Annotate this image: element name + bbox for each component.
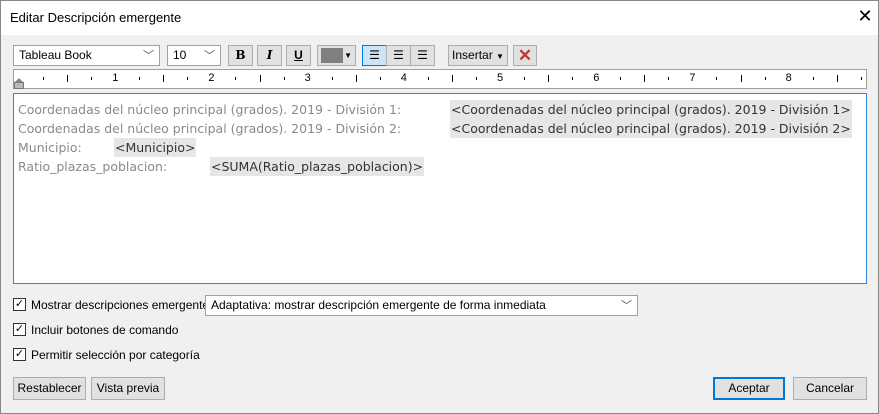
ruler-tick	[764, 77, 766, 80]
bold-button[interactable]: B	[228, 45, 253, 66]
ruler-tick	[836, 75, 838, 82]
ruler-tick	[259, 75, 261, 82]
ruler-label: 1	[112, 72, 119, 84]
ok-button[interactable]: Aceptar	[713, 377, 785, 400]
ruler-tick	[235, 77, 237, 80]
align-center-icon: ☰	[393, 48, 404, 62]
show-tooltips-checkbox[interactable]: ✓	[13, 298, 26, 311]
font-family-select[interactable]: Tableau Book ﹀	[13, 45, 160, 66]
close-icon[interactable]: ✕	[855, 6, 875, 27]
category-select-label: Permitir selección por categoría	[31, 348, 200, 362]
text-color-button[interactable]: ▼	[317, 45, 356, 66]
ruler-tick	[860, 77, 862, 80]
align-left-button[interactable]: ☰	[362, 45, 387, 66]
line-label: Coordenadas del núcleo principal (grados…	[18, 102, 402, 117]
ruler-tick	[67, 75, 69, 82]
show-tooltips-label: Mostrar descripciones emergentes	[31, 298, 216, 312]
underline-button[interactable]: U	[286, 45, 311, 66]
size-value: 10	[173, 48, 187, 62]
ruler-tick	[548, 75, 550, 82]
ruler-tick	[163, 75, 165, 82]
tooltip-editor[interactable]: Coordenadas del núcleo principal (grados…	[13, 93, 867, 284]
dialog-title: Editar Descripción emergente	[10, 10, 182, 25]
font-size-select[interactable]: 10 ﹀	[167, 45, 221, 66]
ruler[interactable]: 1 2 3 4 5 6 7 8	[13, 69, 867, 89]
line-label: Coordenadas del núcleo principal (grados…	[18, 121, 402, 136]
command-buttons-checkbox[interactable]: ✓	[13, 323, 26, 336]
ruler-label: 6	[593, 72, 600, 84]
ruler-tick	[620, 77, 622, 80]
ruler-tick	[451, 75, 453, 82]
ruler-label: 7	[689, 72, 696, 84]
chevron-down-icon: ﹀	[621, 300, 632, 312]
ruler-tick	[187, 77, 189, 80]
ruler-tick	[524, 77, 526, 80]
chevron-down-icon: ﹀	[143, 50, 154, 62]
insert-label: Insertar	[452, 48, 493, 62]
cancel-button[interactable]: Cancelar	[793, 377, 867, 400]
ruler-tick	[812, 77, 814, 80]
field-token[interactable]: <SUMA(Ratio_plazas_poblacion)>	[210, 157, 425, 176]
ruler-tick	[355, 75, 357, 82]
ruler-tick	[644, 75, 646, 82]
color-swatch	[321, 48, 343, 63]
category-select-checkbox[interactable]: ✓	[13, 348, 26, 361]
line-label: Ratio_plazas_poblacion:	[18, 159, 168, 174]
ruler-label: 5	[497, 72, 504, 84]
ruler-label: 8	[785, 72, 792, 84]
ruler-tick	[572, 77, 574, 80]
field-token[interactable]: <Municipio>	[114, 138, 197, 157]
field-token[interactable]: <Coordenadas del núcleo principal (grado…	[450, 119, 852, 138]
ruler-tick	[668, 77, 670, 80]
ruler-tick	[91, 77, 93, 80]
reset-button[interactable]: Restablecer	[13, 377, 86, 400]
ruler-label: 3	[304, 72, 311, 84]
ruler-tick	[43, 77, 45, 80]
tooltip-mode-select[interactable]: Adaptativa: mostrar descripción emergent…	[205, 295, 638, 316]
ruler-label: 2	[208, 72, 215, 84]
align-right-button[interactable]: ☰	[410, 45, 435, 66]
preview-button[interactable]: Vista previa	[91, 377, 165, 400]
ruler-tick	[139, 77, 141, 80]
insert-button[interactable]: Insertar ▼	[448, 45, 508, 66]
font-value: Tableau Book	[19, 48, 92, 62]
line-label: Municipio:	[18, 140, 82, 155]
ruler-tick	[475, 77, 477, 80]
clear-x-icon[interactable]: ✕	[513, 45, 537, 66]
ruler-tick	[427, 77, 429, 80]
align-center-button[interactable]: ☰	[386, 45, 411, 66]
align-right-icon: ☰	[417, 48, 428, 62]
mode-value: Adaptativa: mostrar descripción emergent…	[211, 298, 546, 312]
ruler-tick	[379, 77, 381, 80]
ruler-tick	[331, 77, 333, 80]
ruler-tick	[716, 77, 718, 80]
indent-handle[interactable]	[14, 82, 24, 89]
align-left-icon: ☰	[369, 48, 380, 62]
field-token[interactable]: <Coordenadas del núcleo principal (grado…	[450, 100, 852, 119]
dropdown-arrow-icon: ▼	[496, 52, 504, 61]
ruler-label: 4	[400, 72, 407, 84]
italic-button[interactable]: I	[257, 45, 282, 66]
dropdown-arrow-icon: ▼	[344, 51, 352, 60]
command-buttons-label: Incluir botones de comando	[31, 323, 179, 337]
ruler-tick	[283, 77, 285, 80]
ruler-tick	[740, 75, 742, 82]
chevron-down-icon: ﹀	[204, 50, 215, 62]
